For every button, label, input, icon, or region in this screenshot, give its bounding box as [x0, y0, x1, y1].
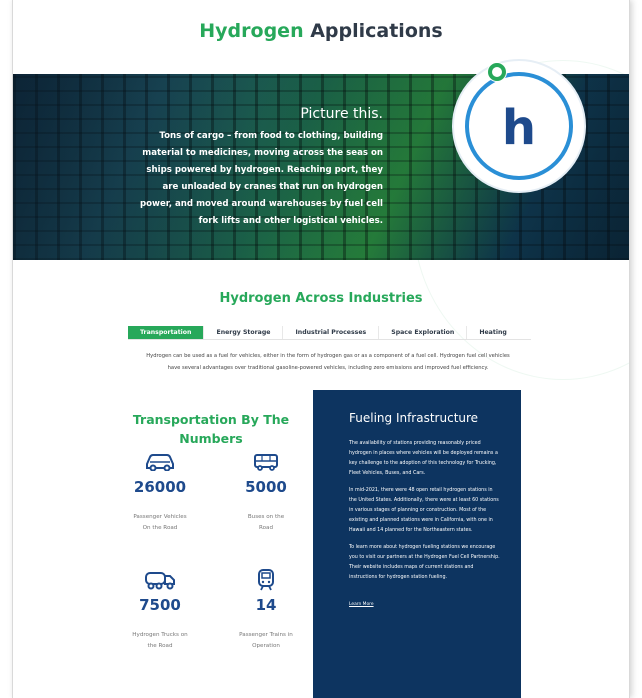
industries-intro: Hydrogen can be used as a fuel for vehic… — [146, 353, 510, 371]
tab-heating[interactable]: Heating — [467, 326, 530, 339]
stat-value: 5000 — [245, 478, 287, 496]
stat-label: Passenger Trains in Operation — [239, 632, 293, 649]
logo-letter: h — [502, 100, 536, 156]
fueling-paragraph-1: The availability of stations providing r… — [349, 441, 498, 476]
fueling-title: Fueling Infrastructure — [349, 411, 479, 425]
page-title: Hydrogen Applications — [13, 20, 629, 42]
tab-space-exploration[interactable]: Space Exploration — [379, 326, 468, 339]
stat-label: Hydrogen Trucks on the Road — [132, 632, 188, 649]
stat-value: 14 — [255, 596, 277, 614]
car-icon — [146, 454, 174, 471]
truck-icon — [145, 572, 175, 590]
page-frame: Hydrogen Applications Picture this. Tons… — [12, 0, 630, 698]
stat-passenger-vehicles: 26000 Passenger Vehicles On the Road — [115, 452, 205, 534]
page-title-accent: Hydrogen — [199, 20, 304, 42]
stat-value: 26000 — [133, 478, 187, 496]
stat-buses: 5000 Buses on the Road — [221, 452, 311, 534]
page-title-rest: Applications — [303, 20, 443, 42]
tab-energy-storage[interactable]: Energy Storage — [204, 326, 284, 339]
hero-text: Picture this. Tons of cargo – from food … — [133, 106, 383, 230]
fueling-infrastructure-panel: Fueling Infrastructure The availability … — [313, 390, 521, 698]
hero-body: Tons of cargo – from food to clothing, b… — [139, 131, 383, 226]
hydrogen-logo: h — [449, 56, 589, 196]
stat-value: 7500 — [139, 596, 181, 614]
stat-label: Passenger Vehicles On the Road — [133, 514, 187, 531]
train-icon — [258, 569, 274, 591]
stat-hydrogen-trucks: 7500 Hydrogen Trucks on the Road — [115, 570, 205, 652]
learn-more-link[interactable]: Learn More — [349, 602, 374, 607]
tab-industrial-processes[interactable]: Industrial Processes — [283, 326, 380, 339]
tab-transportation[interactable]: Transportation — [128, 326, 205, 339]
industries-title: Hydrogen Across Industries — [219, 291, 423, 306]
hydrogen-logo-icon: h — [452, 59, 586, 193]
industry-tabs: Transportation Energy Storage Industrial… — [128, 326, 531, 340]
hero-heading: Picture this. — [300, 106, 383, 122]
stat-passenger-trains: 14 Passenger Trains in Operation — [221, 569, 311, 652]
stats-title: Transportation By The Numbers — [132, 412, 290, 446]
fueling-paragraph-2: In mid-2021, there were 48 open retail h… — [349, 488, 499, 533]
fueling-paragraph-3: To learn more about hydrogen fueling sta… — [349, 545, 500, 580]
bus-icon — [254, 454, 278, 471]
stat-label: Buses on the Road — [247, 514, 285, 531]
